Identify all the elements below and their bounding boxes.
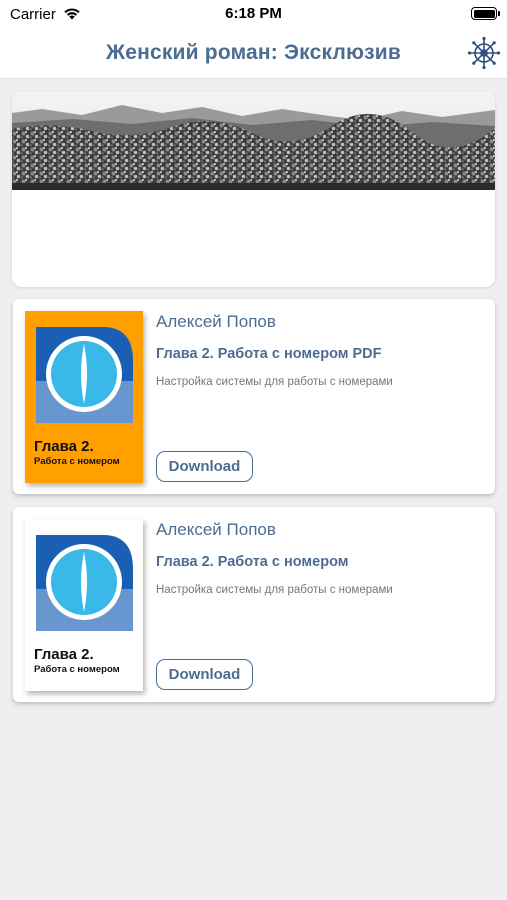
book-author: Алексей Попов (156, 520, 276, 539)
cover-subtitle: Работа с номером (34, 456, 120, 467)
cover-title: Глава 2. (34, 438, 94, 455)
mountain-landscape-image (12, 91, 495, 190)
page-title: Женский роман: Эксклюзив (106, 41, 401, 64)
download-button[interactable]: Download (156, 451, 253, 482)
cover-subtitle: Работа с номером (34, 664, 120, 675)
book-description: Настройка системы для работы с номерами (156, 584, 393, 596)
download-button[interactable]: Download (156, 659, 253, 690)
ships-wheel-icon[interactable] (467, 36, 501, 70)
book-card[interactable]: Глава 2. Работа с номером Алексей Попов … (13, 507, 495, 702)
cover-title: Глава 2. (34, 646, 94, 663)
battery-icon (471, 7, 500, 20)
book-title: Глава 2. Работа с номером (156, 554, 349, 570)
navigation-bar: Женский роман: Эксклюзив (0, 30, 507, 79)
book-title: Глава 2. Работа с номером PDF (156, 346, 382, 362)
book-author: Алексей Попов (156, 312, 276, 331)
status-bar: Carrier 6:18 PM (0, 0, 507, 30)
book-cover: Глава 2. Работа с номером (25, 311, 143, 483)
banner-card[interactable] (12, 91, 495, 287)
book-card[interactable]: Глава 2. Работа с номером Алексей Попов … (13, 299, 495, 494)
book-cover: Глава 2. Работа с номером (25, 519, 143, 691)
book-description: Настройка системы для работы с номерами (156, 376, 393, 388)
status-time: 6:18 PM (225, 5, 282, 22)
